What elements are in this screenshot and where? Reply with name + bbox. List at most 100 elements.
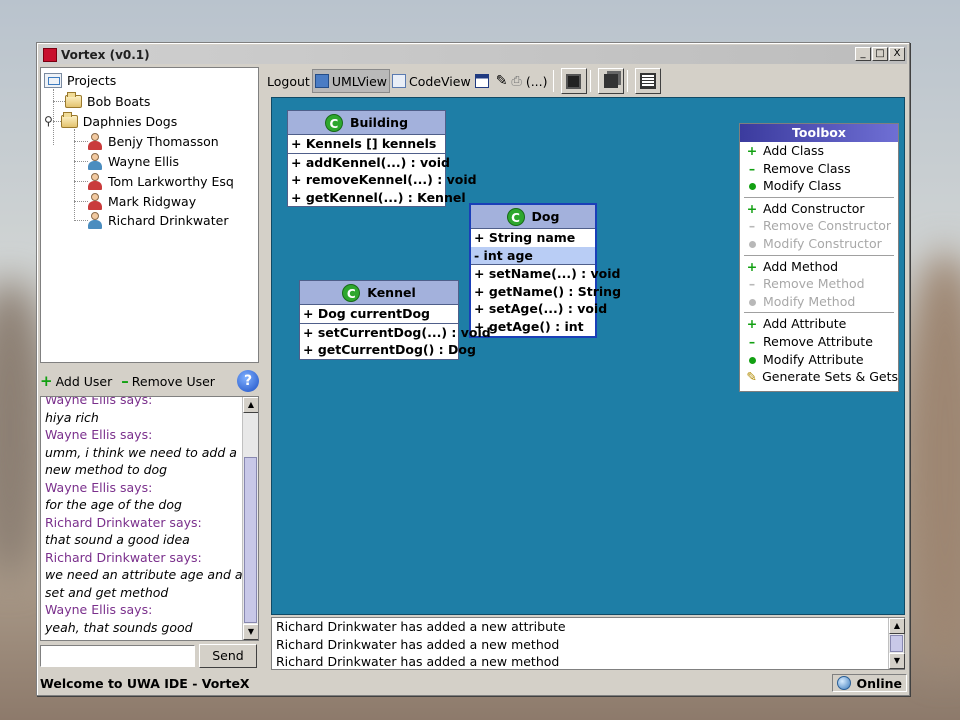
expand-pin-icon[interactable]: ⚲ [44, 114, 53, 128]
toolbox-item-label: Add Method [763, 258, 839, 274]
folder-icon [60, 111, 78, 128]
class-box-kennel[interactable]: C Kennel + Dog currentDog + setCurrentDo… [299, 280, 491, 360]
tree-user-item[interactable]: Benjy Thomasson [87, 132, 219, 150]
code-view-tab[interactable]: CodeView [390, 69, 473, 93]
toolbar: Logout UMLView CodeView ✎ ⎙ (...) [265, 67, 909, 95]
method-row[interactable]: + getKennel(...) : Kennel [288, 189, 466, 207]
toolbox-remove-attribute[interactable]: – Remove Attribute [740, 333, 898, 351]
tree-user-item[interactable]: Mark Ridgway [87, 192, 196, 210]
tree-user-item[interactable]: Richard Drinkwater [87, 211, 228, 229]
log-scrollbar[interactable]: ▲ ▼ [888, 618, 905, 669]
method-row[interactable]: + setCurrentDog(...) : void [300, 324, 491, 342]
send-button[interactable]: Send [199, 644, 257, 668]
scroll-up-arrow-icon[interactable]: ▲ [243, 397, 258, 413]
toolbox-modify-class[interactable]: Modify Class [740, 177, 898, 195]
chat-sender: Wayne Ellis says: [45, 479, 153, 495]
class-header[interactable]: C Dog [471, 205, 595, 229]
chat-input[interactable] [40, 645, 195, 667]
toolbox-item-label: Add Class [763, 143, 825, 158]
tree-user-item[interactable]: Wayne Ellis [87, 152, 179, 170]
toolbox-modify-method: Modify Method [740, 293, 898, 311]
toolbox-item-label: Modify Class [763, 178, 842, 194]
code-view-label: CodeView [409, 73, 471, 89]
attribute-row[interactable]: + Kennels [] kennels [288, 135, 445, 153]
uml-canvas[interactable]: C Building + Kennels [] kennels + addKen… [271, 97, 905, 615]
chat-message: new method to dog [45, 462, 168, 477]
window-layout-button[interactable] [473, 69, 494, 93]
title-bar[interactable]: Vortex (v0.1) _ □ X [39, 45, 907, 64]
class-box-building[interactable]: C Building + Kennels [] kennels + addKen… [287, 110, 477, 208]
class-box-dog[interactable]: C Dog + String name - int age + setName(… [469, 203, 621, 338]
toolbox-modify-attribute[interactable]: Modify Attribute [740, 351, 898, 369]
modify-dot-icon [744, 177, 760, 195]
tree-user-label: Mark Ridgway [108, 193, 197, 209]
toolbox-add-attribute[interactable]: + Add Attribute [740, 315, 898, 333]
toolbox-item-label: Add Attribute [763, 316, 847, 332]
activity-log: Richard Drinkwater has added a new attri… [271, 617, 905, 670]
tree-project-daphnies-dogs[interactable]: ⚲ Daphnies Dogs [44, 111, 177, 130]
uml-view-tab[interactable]: UMLView [311, 69, 391, 93]
tree-root[interactable]: Projects [44, 71, 116, 89]
modify-dot-icon [744, 351, 760, 369]
close-button[interactable]: X [889, 47, 905, 61]
folder-icon [65, 91, 82, 108]
scroll-up-arrow-icon[interactable]: ▲ [889, 618, 905, 634]
status-message: Welcome to UWA IDE - VorteX [40, 675, 250, 691]
method-row[interactable]: + addKennel(...) : void [288, 154, 450, 172]
attribute-row[interactable]: + String name [471, 229, 595, 247]
tree-user-item[interactable]: Tom Larkworthy Esq [87, 172, 234, 190]
toolbox-generate-sets-gets[interactable]: ✎ Generate Sets & Gets [740, 368, 898, 386]
attribute-row-selected[interactable]: - int age [471, 246, 595, 265]
copy-button[interactable] [597, 68, 624, 94]
scroll-thumb[interactable] [244, 457, 257, 623]
remove-icon: – [121, 372, 129, 390]
method-row[interactable]: + setName(...) : void [471, 265, 620, 283]
help-icon[interactable]: ? [237, 370, 259, 392]
projects-icon [44, 72, 62, 88]
toolbox-remove-class[interactable]: – Remove Class [740, 160, 898, 178]
uml-icon [314, 74, 329, 88]
method-row[interactable]: + getName() : String [471, 283, 621, 301]
modify-dot-icon [744, 235, 760, 253]
notes-button[interactable] [634, 68, 661, 94]
class-header[interactable]: C Building [288, 111, 445, 135]
more-button[interactable]: (...) [524, 69, 550, 93]
toolbox-add-constructor[interactable]: + Add Constructor [740, 200, 898, 218]
class-header[interactable]: C Kennel [300, 281, 458, 305]
save-button[interactable] [560, 68, 587, 94]
tree-project-bob-boats[interactable]: Bob Boats [65, 91, 150, 110]
method-row[interactable]: + getCurrentDog() : Dog [300, 341, 476, 359]
status-bar: Welcome to UWA IDE - VorteX Online [39, 673, 907, 693]
minimize-button[interactable]: _ [855, 47, 871, 61]
printer-icon: ⎙ [511, 73, 522, 89]
method-row[interactable]: + setAge(...) : void [471, 300, 607, 318]
window-icon [474, 74, 489, 88]
user-offline-icon [87, 172, 103, 190]
stack-icon [603, 74, 618, 88]
remove-icon: – [748, 333, 756, 349]
toolbox-add-class[interactable]: + Add Class [740, 142, 898, 160]
method-row[interactable]: + removeKennel(...) : void [288, 171, 477, 189]
toolbox-item-label: Remove Attribute [763, 333, 873, 349]
code-icon [392, 74, 407, 88]
scroll-thumb[interactable] [890, 635, 903, 652]
scroll-down-arrow-icon[interactable]: ▼ [889, 653, 905, 669]
maximize-button[interactable]: □ [872, 47, 888, 61]
chat-scrollbar[interactable]: ▲ ▼ [242, 397, 258, 640]
logout-button[interactable]: Logout [265, 69, 312, 93]
edit-button[interactable]: ✎ [494, 69, 510, 93]
print-button[interactable]: ⎙ [509, 69, 523, 93]
toolbox-add-method[interactable]: + Add Method [740, 258, 898, 276]
more-label: (...) [525, 73, 548, 89]
log-line: Richard Drinkwater has added a new attri… [276, 619, 566, 634]
attribute-row[interactable]: + Dog currentDog [300, 305, 458, 323]
chat-message: for the age of the dog [45, 497, 182, 512]
toolbox-item-label: Remove Method [763, 276, 865, 292]
add-user-button[interactable]: Add User [56, 374, 113, 389]
class-name: Dog [531, 209, 560, 224]
remove-user-button[interactable]: Remove User [132, 374, 215, 389]
scroll-down-arrow-icon[interactable]: ▼ [243, 624, 258, 640]
toolbox-title[interactable]: Toolbox [740, 124, 898, 142]
toolbox-item-label: Add Constructor [763, 200, 865, 216]
logout-label: Logout [267, 73, 310, 89]
